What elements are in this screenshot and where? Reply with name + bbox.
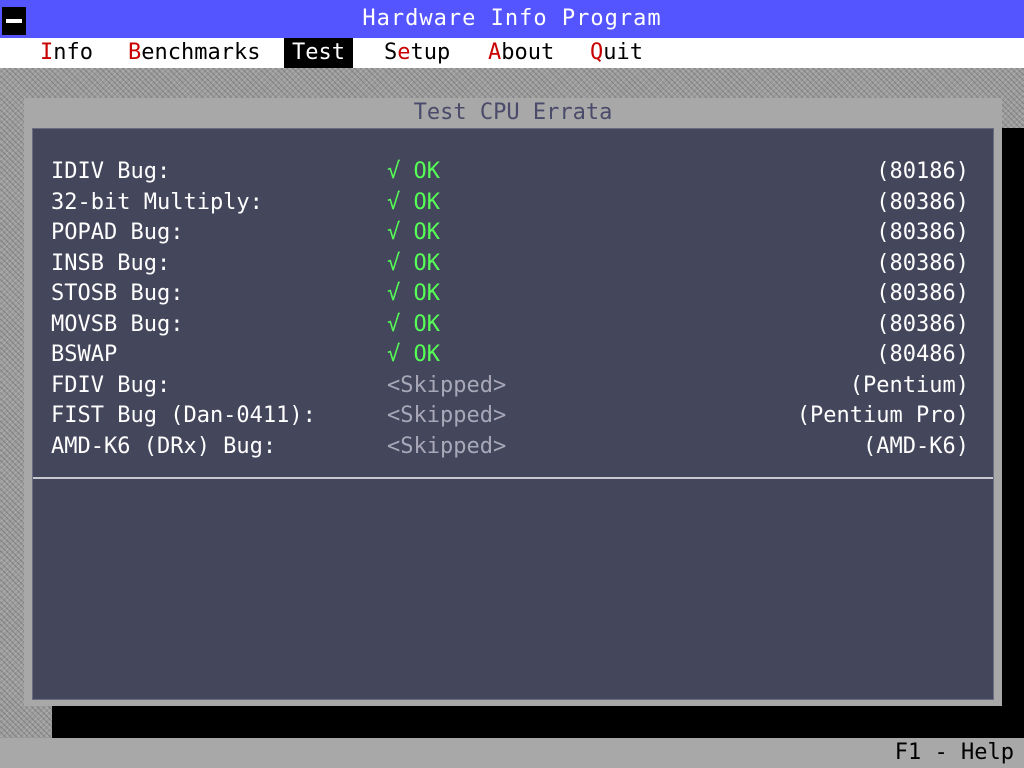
menu-hotkey: T [292,40,306,65]
errata-label: MOVSB Bug: [51,311,184,337]
errata-status: √ OK [387,311,440,337]
errata-cpu: (80386) [876,189,969,215]
errata-cpu: (80186) [876,159,969,184]
window-shadow-bottom [52,706,1024,738]
errata-row: INSB Bug: √ OK (80386) [33,249,993,280]
errata-label: POPAD Bug: [51,220,184,245]
menu-hotkey: Q [590,40,604,65]
errata-row: MOVSB Bug: √ OK (80386) [33,310,993,341]
errata-status: √ OK [387,159,440,184]
errata-status: <Skipped> [387,403,507,428]
panel-divider [33,477,993,479]
errata-label: FIST Bug (Dan-0411): [51,403,316,428]
errata-row: BSWAP √ OK (80486) [33,340,993,371]
errata-row: FIST Bug (Dan-0411): <Skipped> (Pentium Pr… [33,401,993,432]
errata-panel: IDIV Bug: √ OK (80186) 32-bit Multiply: √ O… [32,128,994,700]
errata-label: STOSB Bug: [51,281,184,306]
errata-status: √ OK [387,281,440,306]
errata-status: √ OK [387,189,440,215]
window-title: Test CPU Errata [413,100,613,125]
cpu-errata-window: Test CPU Errata IDIV Bug: √ OK (80186) 32-… [24,98,1002,706]
errata-row: 32-bit Multiply: √ OK (80386) [33,188,993,219]
errata-row: STOSB Bug: √ OK (80386) [33,279,993,310]
menu-hotkey: B [128,40,142,65]
errata-cpu: (Pentium) [849,372,969,398]
errata-status: <Skipped> [387,372,507,398]
errata-row: AMD-K6 (DRx) Bug: <Skipped> (AMD-K6) [33,432,993,463]
menu-label: enchmarks [141,40,261,65]
errata-label: BSWAP [51,342,118,367]
menu-label: tup [410,40,451,65]
errata-status: <Skipped> [387,433,507,459]
errata-cpu: (80386) [876,250,969,276]
menu-item-about[interactable]: About [480,38,562,68]
status-bar: F1 - Help [0,738,1024,768]
menu-label-prefix: S [384,40,398,65]
menu-label: bout [501,40,555,65]
menu-item-test[interactable]: Test [284,38,353,68]
menu-label: nfo [53,40,93,65]
errata-cpu: (Pentium Pro) [796,403,969,428]
errata-status: √ OK [387,342,440,367]
errata-list: IDIV Bug: √ OK (80186) 32-bit Multiply: √ O… [33,157,993,462]
errata-cpu: (80486) [876,342,969,367]
menu-label: uit [603,40,643,65]
errata-label: AMD-K6 (DRx) Bug: [51,433,277,459]
errata-row: POPAD Bug: √ OK (80386) [33,218,993,249]
window-shadow-right [1002,128,1024,738]
menu-hotkey: A [488,40,502,65]
errata-label: IDIV Bug: [51,159,171,184]
errata-label: 32-bit Multiply: [51,189,263,215]
menu-item-quit[interactable]: Quit [582,38,651,68]
menu-item-info[interactable]: Info [32,38,101,68]
menu-item-benchmarks[interactable]: Benchmarks [120,38,268,68]
help-hint[interactable]: F1 - Help [895,738,1014,768]
menu-hotkey: I [40,40,54,65]
errata-cpu: (80386) [876,220,969,245]
errata-cpu: (AMD-K6) [863,433,969,459]
errata-row: FDIV Bug: <Skipped> (Pentium) [33,371,993,402]
title-bar: Hardware Info Program [0,0,1024,38]
menu-hotkey: e [397,40,411,65]
errata-status: √ OK [387,220,440,245]
errata-cpu: (80386) [876,281,969,306]
menu-item-setup[interactable]: Setup [376,38,458,68]
errata-label: INSB Bug: [51,250,171,276]
errata-label: FDIV Bug: [51,372,171,398]
errata-status: √ OK [387,250,440,276]
errata-row: IDIV Bug: √ OK (80186) [33,157,993,188]
app-title: Hardware Info Program [362,6,662,31]
menu-label: est [305,40,345,65]
errata-cpu: (80386) [876,311,969,337]
menu-bar: Info Benchmarks Test Setup About Quit [0,38,1024,68]
